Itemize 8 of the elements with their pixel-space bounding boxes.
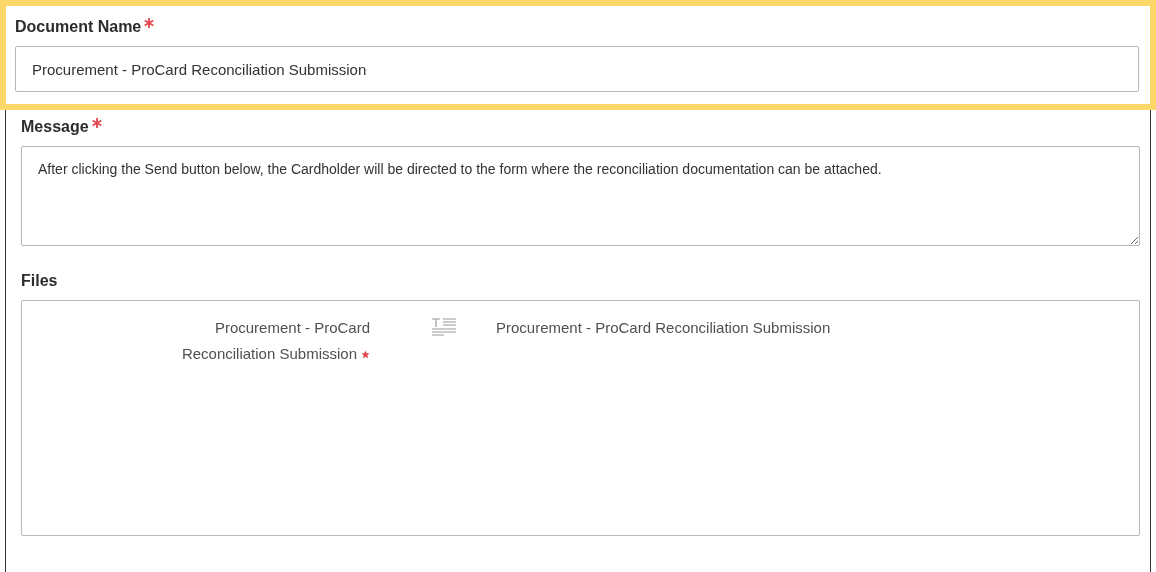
field-label: Message <box>21 118 89 136</box>
message-field[interactable]: After clicking the Send button below, the Cardholder will be directed to the form where the reconciliation documentation can be attached. <box>21 146 1140 246</box>
text-field-icon <box>430 317 458 339</box>
field-label: Files <box>21 272 58 290</box>
file-name: Procurement - ProCard Reconciliation Submission <box>496 318 831 338</box>
file-label: Procurement - ProCard Reconciliation Submission <box>181 319 370 362</box>
field-label: Document Name <box>15 18 142 36</box>
document-name-field[interactable]: Procurement - ProCard Reconciliation Submission <box>15 46 1139 92</box>
